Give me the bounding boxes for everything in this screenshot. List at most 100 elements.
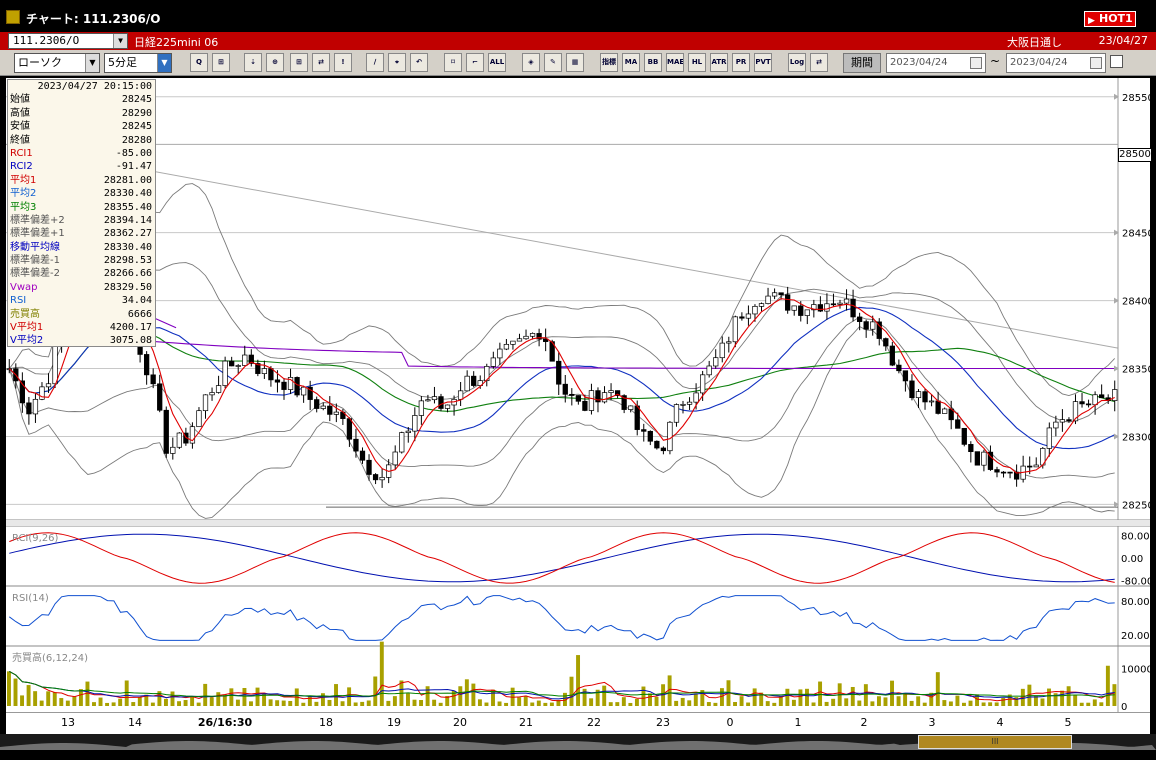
calendar-icon[interactable] [1090, 57, 1102, 69]
time-axis-label: 3 [928, 716, 936, 729]
volume-bar [124, 680, 129, 706]
candle-body [235, 365, 241, 367]
toolbar-button[interactable]: MAE [666, 53, 684, 72]
chart-scrollbar[interactable]: III [0, 734, 1156, 750]
toolbar-button[interactable]: HL [688, 53, 706, 72]
volume-bar [798, 689, 803, 706]
symbol-input[interactable]: 111.2306/O ▼ [8, 33, 128, 49]
volume-bar [39, 700, 44, 706]
bollinger-band [8, 183, 1116, 396]
toolbar-button[interactable]: ◈ [522, 53, 540, 72]
candle-body [143, 354, 150, 376]
toolbar-button[interactable]: 指標 [600, 53, 618, 72]
toolbar-button[interactable]: ✎ [544, 53, 562, 72]
candle-body [1053, 421, 1059, 429]
volume-bar [1079, 702, 1084, 706]
volume-bar [379, 641, 384, 706]
toolbar-button[interactable]: ⊕ [266, 53, 284, 72]
chart-type-select[interactable]: ローソク ▼ [14, 53, 100, 73]
toolbar-button[interactable]: ⌑ [444, 53, 462, 72]
time-axis-label: 20 [453, 716, 467, 729]
volume-bar [994, 702, 999, 706]
candle-body [1027, 465, 1033, 468]
date-to-field[interactable]: 2023/04/24 [1006, 53, 1106, 73]
period-button[interactable]: 期間 [843, 53, 881, 73]
toolbar-button[interactable]: PR [732, 53, 750, 72]
scroll-thumb[interactable]: III [918, 735, 1072, 749]
candle-body [359, 450, 366, 461]
panel-row-value: 28330.40 [103, 241, 152, 253]
chart-area[interactable]: 28550 28450 28400 28350 28300 28250 RCI(9,26) R… [6, 78, 1150, 712]
candle-body [641, 429, 647, 432]
time-axis-label: 26/16:30 [197, 716, 253, 729]
toolbar-button[interactable]: ⇣ [244, 53, 262, 72]
volume-bar [235, 699, 240, 706]
panel-row: RCI1 -85.00 [8, 147, 155, 160]
candle-body [713, 357, 719, 367]
volume-bar [857, 700, 862, 706]
volume-bar [118, 698, 123, 706]
toolbar-button[interactable]: BB [644, 53, 662, 72]
toolbar-button[interactable]: PVT [754, 53, 772, 72]
toolbar-button[interactable]: ⌖ [388, 53, 406, 72]
hot-button[interactable]: ▶ HOT1 [1084, 11, 1136, 27]
volume-bar [942, 700, 947, 706]
toolbar-button[interactable]: Q [190, 53, 208, 72]
toolbar-button[interactable]: ATR [710, 53, 728, 72]
volume-bar [1105, 665, 1110, 706]
volume-bar [1092, 699, 1097, 706]
candle-body [366, 459, 372, 475]
candle-body [1085, 403, 1092, 406]
volume-bar [131, 702, 136, 706]
panel-divider [6, 520, 1150, 526]
toolbar-button[interactable]: ⇄ [312, 53, 330, 72]
candle-body [654, 440, 660, 449]
toolbar-button[interactable]: ! [334, 53, 352, 72]
toolbar-button[interactable]: Log [788, 53, 806, 72]
toolbar-button[interactable]: ⊞ [212, 53, 230, 72]
volume-bar [275, 700, 280, 706]
toolbar-button[interactable]: ⇄ [810, 53, 828, 72]
volume-bar [1060, 690, 1065, 706]
toolbar-button[interactable]: MA [622, 53, 640, 72]
volume-bar [1047, 688, 1051, 706]
ma-long-line [8, 329, 1115, 412]
volume-bar [922, 702, 927, 706]
chevron-down-icon[interactable]: ▼ [113, 34, 127, 48]
toolbar-button[interactable]: ∕ [366, 53, 384, 72]
panel-row-label: 始値 [10, 94, 30, 106]
chart-canvas[interactable]: 28550 28450 28400 28350 28300 28250 RCI(9,26) R… [6, 78, 1150, 712]
volume-bar [137, 697, 142, 706]
toolbar-button[interactable]: ALL [488, 53, 506, 72]
candle-body [680, 403, 686, 406]
volume-bar [896, 696, 901, 706]
panel-row-label: 平均1 [10, 174, 37, 186]
toolbar-button[interactable]: ⊞ [290, 53, 308, 72]
volume-bar [26, 685, 31, 706]
volume-bar [72, 696, 77, 706]
candle-body [26, 402, 32, 415]
toolbar-button[interactable]: ▦ [566, 53, 584, 72]
toolbar-button[interactable]: ↶ [410, 53, 428, 72]
price-axis-label: 28300 [1122, 432, 1150, 443]
calendar-icon[interactable] [970, 57, 982, 69]
candle-body [523, 335, 529, 340]
time-axis-label: 5 [1064, 716, 1072, 729]
apply-checkbox[interactable] [1110, 55, 1123, 68]
volume-bar [307, 695, 312, 706]
volume-bar [733, 702, 737, 706]
candle-body [935, 400, 941, 414]
volume-bar [589, 698, 594, 706]
volume-bar [392, 696, 397, 706]
panel-row-value: 3075.08 [109, 335, 152, 347]
chevron-down-icon[interactable]: ▼ [85, 54, 99, 72]
panel-row-value: 28290 [121, 107, 152, 119]
volume-bar [765, 701, 770, 706]
chevron-down-icon[interactable]: ▼ [157, 54, 171, 72]
market-label: 大阪日通し [1007, 36, 1062, 49]
candle-body [412, 415, 418, 432]
volume-bar [680, 697, 685, 706]
date-from-field[interactable]: 2023/04/24 [886, 53, 986, 73]
toolbar-button[interactable]: ⌐ [466, 53, 484, 72]
timeframe-select[interactable]: 5分足 ▼ [104, 53, 172, 73]
